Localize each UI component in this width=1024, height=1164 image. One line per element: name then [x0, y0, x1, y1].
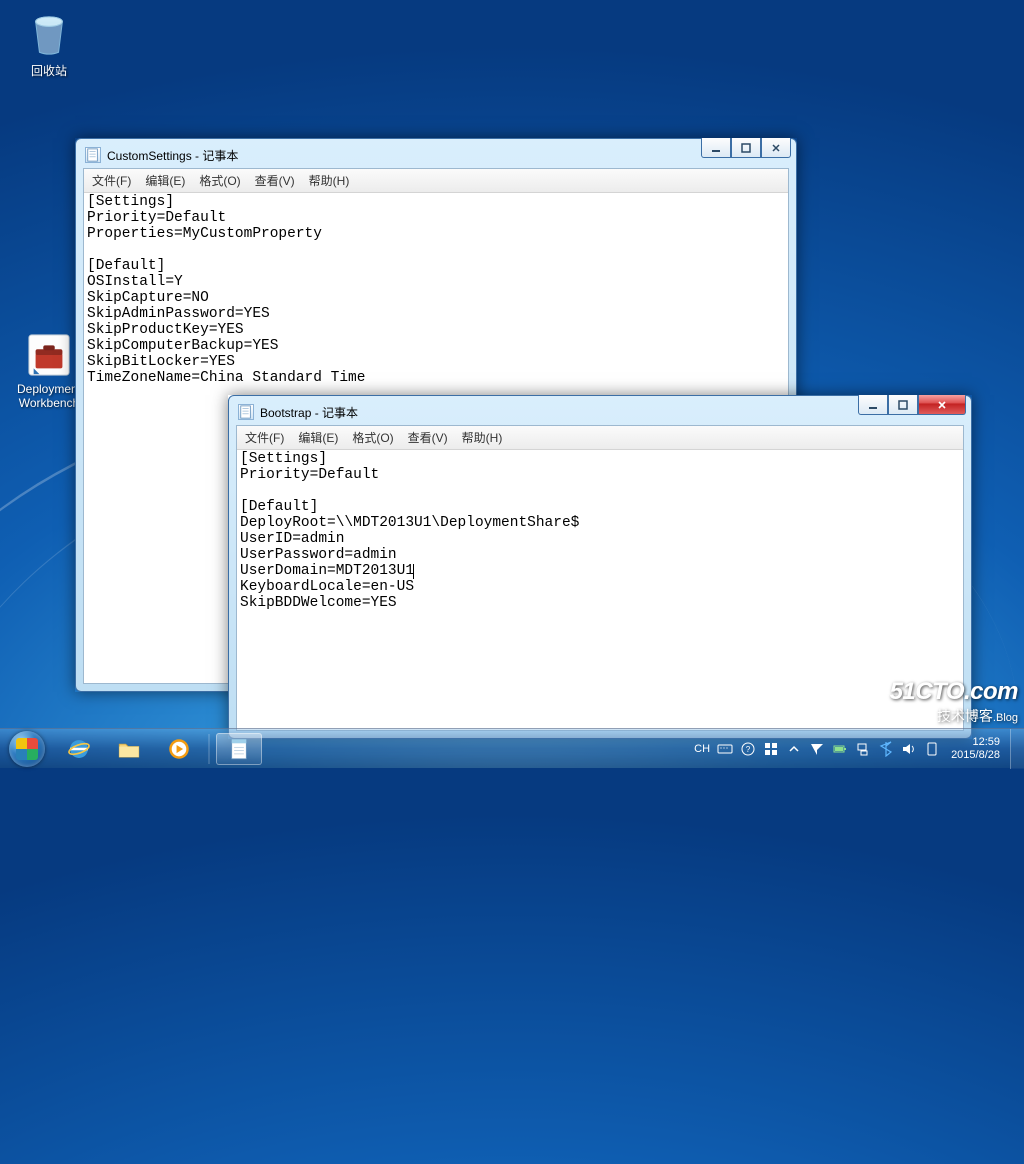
close-button[interactable]: [761, 138, 791, 158]
editor-area[interactable]: [Settings] Priority=Default [Default] De…: [237, 450, 963, 730]
start-button[interactable]: [0, 729, 54, 769]
battery-icon[interactable]: [832, 741, 848, 757]
taskbar[interactable]: CH ? 12:59 2015/8/28: [0, 728, 1024, 768]
desktop-icon-label: 回收站: [31, 62, 67, 79]
folder-icon: [116, 736, 142, 762]
menu-view[interactable]: 查看(V): [255, 172, 295, 189]
notepad-icon: [226, 736, 252, 762]
maximize-button[interactable]: [731, 138, 761, 158]
menu-bar: 文件(F) 编辑(E) 格式(O) 查看(V) 帮助(H): [237, 426, 963, 450]
recycle-bin-icon: [26, 12, 72, 58]
show-desktop-button[interactable]: [1010, 729, 1024, 769]
menu-view[interactable]: 查看(V): [408, 429, 448, 446]
minimize-button[interactable]: [701, 138, 731, 158]
menu-format[interactable]: 格式(O): [199, 172, 240, 189]
window-bootstrap[interactable]: Bootstrap - 记事本 文件(F) 编辑(E) 格式(O) 查看(V) …: [228, 395, 972, 739]
desktop-icon-recyclebin[interactable]: 回收站: [14, 12, 84, 79]
client-area: 文件(F) 编辑(E) 格式(O) 查看(V) 帮助(H) [Settings]…: [236, 425, 964, 731]
action-center-icon[interactable]: [809, 741, 825, 757]
ie-icon: [66, 736, 92, 762]
menu-help[interactable]: 帮助(H): [462, 429, 503, 446]
menu-edit[interactable]: 编辑(E): [145, 172, 185, 189]
bluetooth-icon[interactable]: [878, 741, 894, 757]
volume-icon[interactable]: [901, 741, 917, 757]
network-icon[interactable]: [855, 741, 871, 757]
menu-bar: 文件(F) 编辑(E) 格式(O) 查看(V) 帮助(H): [84, 169, 788, 193]
menu-format[interactable]: 格式(O): [352, 429, 393, 446]
media-player-icon: [166, 736, 192, 762]
window-title: Bootstrap - 记事本: [260, 404, 962, 421]
taskbar-app-notepad[interactable]: [216, 733, 262, 765]
clock[interactable]: 12:59 2015/8/28: [947, 736, 1004, 762]
notepad-icon: [238, 404, 254, 420]
tray-expand-icon[interactable]: [786, 741, 802, 757]
device-icon[interactable]: [924, 741, 940, 757]
taskbar-pin-mediaplayer[interactable]: [156, 733, 202, 765]
svg-text:?: ?: [746, 745, 751, 754]
window-title: CustomSettings - 记事本: [107, 147, 787, 164]
menu-edit[interactable]: 编辑(E): [298, 429, 338, 446]
text-caret: [413, 564, 414, 579]
help-icon[interactable]: ?: [740, 741, 756, 757]
notepad-icon: [85, 147, 101, 163]
system-tray: CH ? 12:59 2015/8/28: [694, 736, 1010, 762]
taskbar-pin-ie[interactable]: [56, 733, 102, 765]
menu-file[interactable]: 文件(F): [245, 429, 284, 446]
ime-indicator[interactable]: CH: [694, 743, 710, 755]
titlebar[interactable]: CustomSettings - 记事本: [83, 146, 789, 168]
maximize-button[interactable]: [888, 395, 918, 415]
keyboard-icon[interactable]: [717, 741, 733, 757]
desktop-icon-label: Deployment Workbench: [17, 382, 81, 410]
titlebar[interactable]: Bootstrap - 记事本: [236, 403, 964, 425]
watermark: 51CTO.com 技术博客.Blog: [890, 678, 1018, 726]
menu-help[interactable]: 帮助(H): [309, 172, 350, 189]
close-button[interactable]: [918, 395, 966, 415]
windows-orb-icon: [9, 731, 45, 767]
toolbox-icon: [26, 332, 72, 378]
menu-file[interactable]: 文件(F): [92, 172, 131, 189]
options-icon[interactable]: [763, 741, 779, 757]
taskbar-pin-explorer[interactable]: [106, 733, 152, 765]
minimize-button[interactable]: [858, 395, 888, 415]
